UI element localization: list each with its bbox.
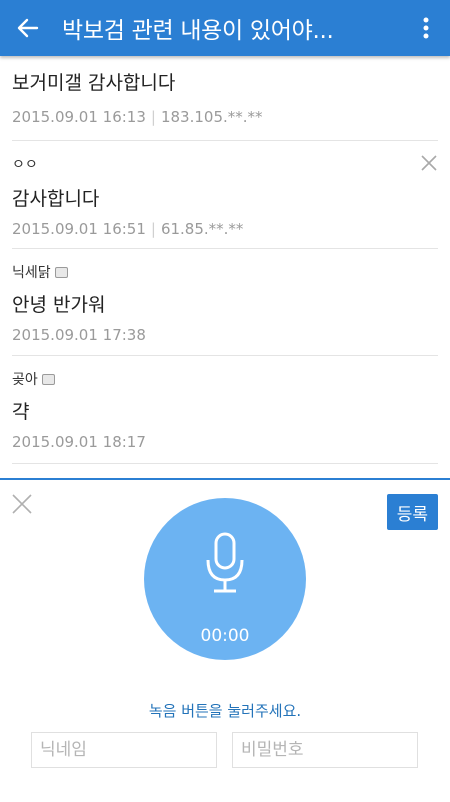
- comment-date: 2015.09.01 16:13: [12, 108, 146, 126]
- record-button[interactable]: 00:00: [144, 498, 306, 660]
- comment-message: 보거미갤 감사합니다: [12, 72, 176, 94]
- comment-list: ㅇㅇ 보거미갤 감사합니다 2015.09.01 16:13|183.105.*…: [0, 36, 450, 476]
- comment-meta: 2015.09.01 18:17: [12, 433, 146, 451]
- comment-item: 곶아 갹 2015.09.01 18:17: [12, 355, 438, 464]
- comment-message: 감사합니다: [12, 188, 100, 210]
- register-button[interactable]: 등록: [386, 494, 438, 530]
- comment-message: 갹: [12, 401, 30, 423]
- page-title: 박보검 관련 내용이 있어야...: [62, 18, 334, 44]
- comment-nickname: ㅇㅇ: [12, 157, 38, 173]
- comment-item: ㅇㅇ 감사합니다 2015.09.01 16:51 | 61.85.**.**: [12, 140, 438, 249]
- nickname-input[interactable]: [31, 732, 217, 768]
- more-vertical-icon: [423, 17, 429, 39]
- member-badge-icon: [54, 266, 68, 278]
- close-icon[interactable]: [10, 492, 34, 516]
- voice-comment-panel: 등록 00:00 녹음 버튼을 눌러주세요.: [0, 478, 450, 802]
- comment-meta: 2015.09.01 16:51 | 61.85.**.**: [12, 220, 244, 238]
- comment-date: 2015.09.01 18:17: [12, 433, 146, 451]
- member-badge-icon: [41, 373, 55, 385]
- app-bar: 박보검 관련 내용이 있어야...: [0, 0, 450, 56]
- overflow-menu-button[interactable]: [402, 0, 450, 56]
- delete-comment-icon[interactable]: [420, 154, 438, 172]
- comment-item: 닉세닭 안녕 반가워 2015.09.01 17:38: [12, 248, 438, 356]
- comment-ip: 183.105.**.**: [160, 108, 263, 126]
- record-hint: 녹음 버튼을 눌러주세요.: [148, 702, 302, 720]
- comment-meta: 2015.09.01 16:13 | 183.105.**.**: [12, 108, 263, 126]
- comment-nickname: 닉세닭: [12, 262, 68, 282]
- comment-meta: 2015.09.01 17:38: [12, 326, 146, 344]
- comment-date: 2015.09.01 17:38: [12, 326, 146, 344]
- recording-timer: 00:00: [200, 626, 250, 646]
- back-button[interactable]: [0, 0, 56, 56]
- comment-date: 2015.09.01 16:51: [12, 220, 146, 238]
- microphone-icon: [206, 532, 244, 593]
- password-input[interactable]: [232, 732, 418, 768]
- arrow-back-icon: [17, 18, 39, 38]
- comment-nickname: 곶아: [12, 369, 55, 389]
- comment-message: 안녕 반가워: [12, 294, 106, 316]
- comment-ip: 61.85.**.**: [160, 220, 244, 238]
